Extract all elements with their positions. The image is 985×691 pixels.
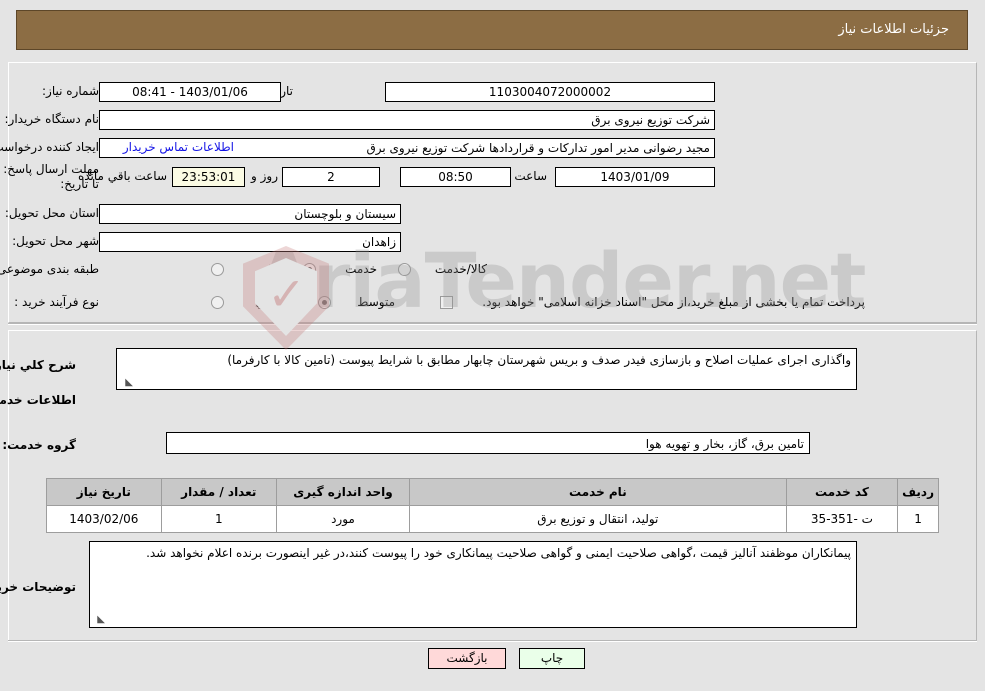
th-service-name: نام خدمت <box>409 478 787 506</box>
delivery-city-value: زاهدان <box>99 232 401 252</box>
category-option-kala-khedmat-label: کالا/خدمت <box>434 262 487 276</box>
purchase-option-motavaset-label: متوسط <box>357 295 395 309</box>
category-label: طبقه بندی موضوعی: <box>0 262 99 276</box>
deadline-remaining-label: ساعت باقي مانده <box>77 169 167 183</box>
delivery-city-label: شهر محل تحویل: <box>12 234 99 248</box>
public-announce-value: 1403/01/06 - 08:41 <box>99 82 281 102</box>
cell-service-name: تولید، انتقال و توزیع برق <box>409 505 787 533</box>
need-number-label: شماره نیاز: <box>42 84 99 98</box>
deadline-days-value: 2 <box>282 167 380 187</box>
treasury-note-text: پرداخت تمام یا بخشی از مبلغ خرید،از محل … <box>482 295 865 309</box>
cell-quantity: 1 <box>160 505 277 533</box>
purchase-radio-jozi[interactable] <box>211 296 224 309</box>
request-creator-label: ایجاد کننده درخواست: <box>0 140 99 154</box>
section-divider <box>8 323 977 325</box>
cell-service-code: ت -351-35 <box>785 505 899 533</box>
buyer-org-label: نام دستگاه خریدار: <box>4 112 100 126</box>
buyer-notes-label: توضیحات خریدار: <box>0 580 76 594</box>
print-button[interactable]: چاپ <box>519 648 585 669</box>
page-title: جزئیات اطلاعات نیاز <box>16 10 968 50</box>
purchase-option-jozi-label: جزیي <box>255 295 283 309</box>
table-row: 1 ت -351-35 تولید، انتقال و توزیع برق مو… <box>46 505 939 533</box>
th-unit: واحد اندازه گیری <box>275 478 411 506</box>
purchase-radio-motavaset[interactable] <box>318 296 331 309</box>
delivery-province-label: استان محل تحویل: <box>4 206 99 220</box>
treasury-note-checkbox[interactable] <box>440 296 453 309</box>
service-group-value: تامین برق، گاز، بخار و تهویه هوا <box>166 432 810 454</box>
buyer-notes-resize-grip[interactable]: ◣ <box>95 615 105 625</box>
purchase-process-label: نوع فرآیند خرید : <box>14 295 99 309</box>
th-need-date: تاریخ نیاز <box>46 478 162 506</box>
delivery-province-value: سیستان و بلوچستان <box>99 204 401 224</box>
th-service-code: کد خدمت <box>785 478 899 506</box>
table-header-row: ردیف کد خدمت نام خدمت واحد اندازه گیری ت… <box>46 478 939 506</box>
buyer-contact-link[interactable]: اطلاعات تماس خریدار <box>123 140 234 154</box>
page-root: AriaTender.net ✓ جزئیات اطلاعات نیاز شما… <box>0 0 985 691</box>
services-table: ردیف کد خدمت نام خدمت واحد اندازه گیری ت… <box>46 478 939 533</box>
th-radif: ردیف <box>897 478 939 506</box>
category-radio-kala[interactable] <box>211 263 224 276</box>
buyer-notes-textarea[interactable]: پیمانکاران موظفند آنالیز قیمت ،گواهی صلا… <box>89 541 857 628</box>
description-resize-grip[interactable]: ◣ <box>123 378 133 388</box>
category-radio-kala-khedmat[interactable] <box>398 263 411 276</box>
bottom-divider <box>8 640 977 642</box>
category-radio-khedmat[interactable] <box>303 263 316 276</box>
cell-radif: 1 <box>897 505 939 533</box>
deadline-days-label: روز و <box>251 169 278 183</box>
category-option-kala-label: کالا <box>268 262 285 276</box>
back-button[interactable]: بازگشت <box>428 648 506 669</box>
cell-need-date: 1403/02/06 <box>46 505 162 533</box>
service-group-label: گروه خدمت: <box>2 438 76 452</box>
deadline-countdown-timer: 23:53:01 <box>172 167 245 187</box>
description-label: شرح کلي نیاز: <box>0 358 76 372</box>
th-quantity: تعداد / مقدار <box>160 478 277 506</box>
deadline-hour-label: ساعت <box>514 169 547 183</box>
services-section-heading: اطلاعات خدمات مورد نیاز <box>0 393 76 407</box>
cell-unit: مورد <box>275 505 411 533</box>
need-number-value: 1103004072000002 <box>385 82 715 102</box>
deadline-time-value: 08:50 <box>400 167 511 187</box>
buyer-org-value: شرکت توزیع نیروی برق <box>99 110 715 130</box>
description-textarea[interactable]: واگذاری اجرای عملیات اصلاح و بازسازی فید… <box>116 348 857 390</box>
category-option-khedmat-label: خدمت <box>345 262 377 276</box>
deadline-date-value: 1403/01/09 <box>555 167 715 187</box>
